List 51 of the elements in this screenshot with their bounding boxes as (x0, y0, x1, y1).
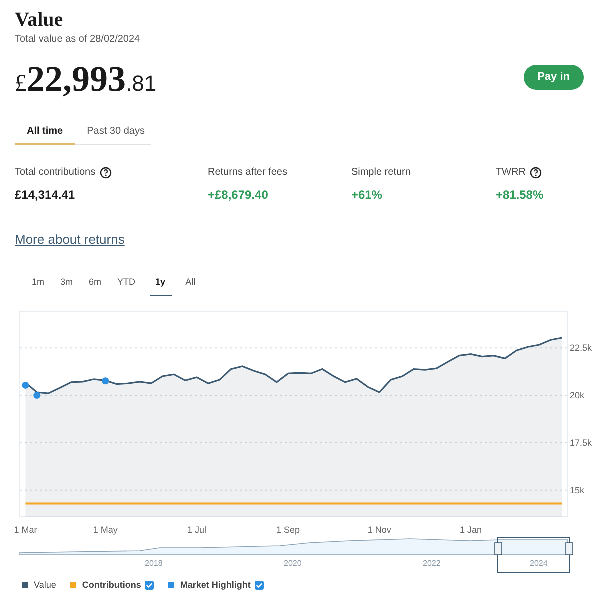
stat-value: +81.58% (496, 187, 545, 204)
stat-label: Returns after fees (208, 166, 288, 180)
legend-label[interactable]: Contributions (82, 578, 142, 592)
x-axis-label: 1 May (93, 524, 118, 534)
pay-in-button[interactable]: Pay in (524, 65, 584, 90)
y-axis-label: 22.5k (570, 342, 592, 353)
range-tab[interactable]: YTD (116, 276, 138, 296)
legend-checkbox[interactable] (145, 580, 154, 590)
period-tab[interactable]: All time (15, 124, 76, 145)
range-tab[interactable]: All (184, 276, 198, 296)
y-axis-label: 15k (570, 484, 585, 495)
value-decimals: .81 (126, 70, 157, 98)
stat-label: TWRR (496, 166, 526, 180)
stat-value: £14,314.41 (15, 187, 76, 204)
stat-label: Total contributions (15, 166, 96, 180)
checkmark-icon (146, 582, 154, 589)
point (22, 381, 30, 388)
help-icon[interactable] (100, 166, 112, 178)
page-title: Value (15, 8, 64, 32)
value-date: Total value as of 28/02/2024 (15, 33, 142, 47)
checkmark-icon (256, 582, 263, 589)
stat-value: +£8,679.40 (208, 187, 270, 204)
point (102, 377, 110, 384)
range-tab[interactable]: 3m (58, 276, 76, 296)
legend-checkbox[interactable] (254, 580, 264, 590)
navigator-drawing[interactable] (20, 537, 574, 573)
legend-label[interactable]: Market Highlight (180, 578, 251, 592)
x-axis-label: 1 Nov (368, 524, 392, 534)
point (34, 392, 41, 399)
legend-label[interactable]: Value (34, 578, 56, 592)
navigator-year-label: 2024 (530, 558, 548, 568)
y-axis-label: 20k (570, 390, 585, 400)
navigator-year-label: 2022 (423, 558, 441, 568)
x-axis-label: 1 Jul (187, 524, 206, 534)
x-axis-label: 1 Sep (276, 524, 300, 534)
range-tab[interactable]: 1y (150, 276, 172, 296)
help-icon[interactable] (530, 166, 542, 178)
value-amount: 22,993 (27, 59, 126, 99)
x-axis-label: 1 Jan (460, 524, 482, 534)
y-axis-label: 17.5k (570, 437, 592, 448)
more-about-returns-link[interactable]: More about returns (15, 230, 125, 250)
stat-label: Simple return (351, 166, 411, 180)
period-tab[interactable]: Past 30 days (75, 124, 157, 145)
range-tab[interactable]: 6m (87, 276, 104, 296)
stat-value: +61% (351, 187, 384, 204)
highlight-markers[interactable] (22, 377, 110, 399)
currency-symbol: £ (15, 70, 27, 99)
x-axis-label: 1 Mar (14, 524, 38, 534)
navigator-year-label: 2020 (284, 558, 302, 568)
navigator-year-label: 2018 (145, 558, 163, 568)
range-tab[interactable]: 1m (30, 276, 47, 296)
